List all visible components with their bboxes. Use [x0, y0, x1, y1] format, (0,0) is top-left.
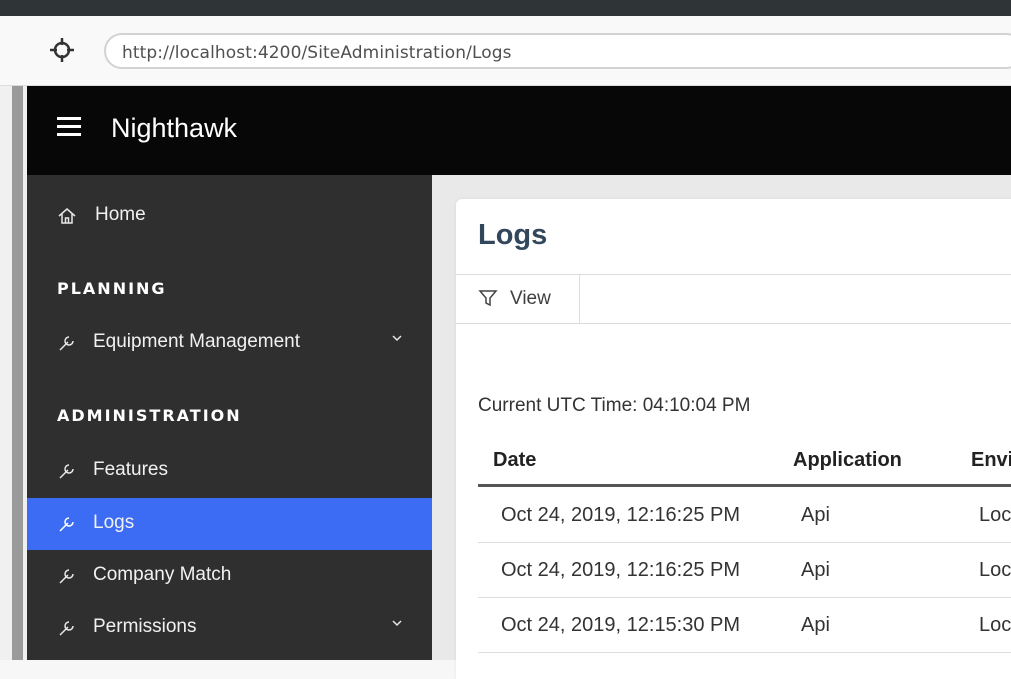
sidebar-item-label: Features — [93, 459, 168, 480]
sidebar-item-features[interactable]: Features — [27, 445, 432, 497]
browser-top-strip — [0, 0, 1011, 16]
utc-time: Current UTC Time: 04:10:04 PM — [478, 395, 751, 416]
sidebar-item-company-match[interactable]: Company Match — [27, 550, 432, 602]
sidebar-item-permissions[interactable]: Permissions — [27, 602, 432, 654]
sidebar-item-label: Home — [95, 204, 146, 225]
home-icon — [58, 208, 76, 224]
crosshair-icon[interactable] — [48, 36, 76, 64]
sidebar-item-label: Permissions — [93, 616, 197, 637]
chevron-down-icon — [392, 335, 402, 342]
cell-environment: Loc — [979, 559, 1011, 581]
hamburger-icon[interactable] — [57, 117, 81, 137]
table-row[interactable]: Oct 24, 2019, 12:16:25 PM Api Loc — [478, 543, 1011, 598]
browser-toolbar: http://localhost:4200/SiteAdministration… — [0, 16, 1011, 86]
column-header-application[interactable]: Application — [793, 449, 902, 472]
cell-date: Oct 24, 2019, 12:16:25 PM — [501, 559, 741, 581]
sidebar-item-home[interactable]: Home — [27, 190, 432, 242]
sidebar: Home PLANNING Equipment Management ADMIN… — [27, 175, 432, 660]
cell-date: Oct 24, 2019, 12:16:25 PM — [501, 504, 741, 526]
table-row[interactable]: Oct 24, 2019, 12:16:25 PM Api Loc — [478, 488, 1011, 543]
left-gutter — [0, 86, 27, 660]
sidebar-item-label: Equipment Management — [93, 331, 301, 352]
wrench-icon — [59, 464, 74, 479]
cell-date: Oct 24, 2019, 12:15:30 PM — [501, 614, 741, 636]
logs-card: Logs View Current UTC Time: 04:10:04 PM … — [456, 199, 1011, 679]
url-text: http://localhost:4200/SiteAdministration… — [122, 43, 512, 63]
wrench-icon — [59, 517, 74, 532]
view-button-label: View — [510, 288, 551, 309]
sidebar-item-label: Logs — [93, 512, 135, 533]
app-header: Nighthawk — [27, 86, 1011, 175]
table-header: Date Application Envi — [478, 443, 1011, 487]
page-title: Logs — [478, 219, 548, 251]
wrench-icon — [59, 569, 74, 584]
wrench-icon — [59, 621, 74, 636]
cell-application: Api — [801, 559, 830, 581]
sidebar-item-equipment-management[interactable]: Equipment Management — [27, 317, 432, 369]
chevron-down-icon — [392, 620, 402, 627]
address-bar[interactable]: http://localhost:4200/SiteAdministration… — [104, 33, 1011, 69]
cell-application: Api — [801, 614, 830, 636]
cell-environment: Loc — [979, 614, 1011, 636]
main-content: Logs View Current UTC Time: 04:10:04 PM … — [432, 175, 1011, 679]
sidebar-item-label: Company Match — [93, 564, 232, 585]
sidebar-item-logs[interactable]: Logs — [27, 498, 432, 550]
column-header-date[interactable]: Date — [493, 449, 536, 472]
section-title-administration: ADMINISTRATION — [57, 406, 242, 425]
filter-icon — [478, 290, 498, 307]
table-row[interactable]: Oct 24, 2019, 12:15:30 PM Api Loc — [478, 598, 1011, 653]
column-header-environment[interactable]: Envi — [971, 449, 1011, 472]
section-title-planning: PLANNING — [57, 279, 167, 298]
cell-application: Api — [801, 504, 830, 526]
wrench-icon — [59, 336, 74, 351]
card-toolbar: View — [456, 274, 1011, 324]
app-title: Nighthawk — [111, 113, 238, 143]
cell-environment: Loc — [979, 504, 1011, 526]
view-button[interactable]: View — [456, 275, 580, 323]
